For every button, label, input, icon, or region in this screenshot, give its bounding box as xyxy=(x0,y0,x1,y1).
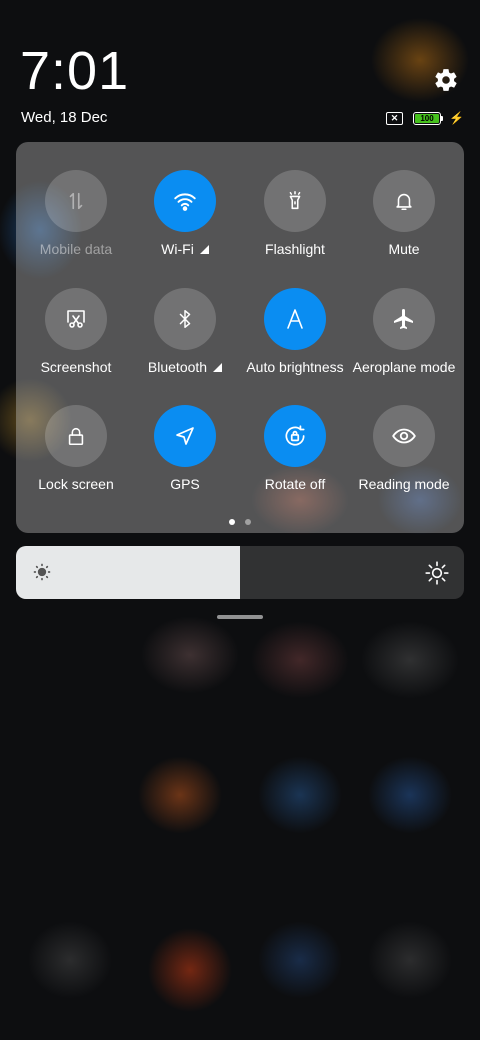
tile-reading-mode[interactable]: Reading mode xyxy=(349,405,459,492)
mobile-data-icon[interactable] xyxy=(45,170,107,232)
tile-gps[interactable]: GPS xyxy=(130,405,240,492)
brightness-slider[interactable] xyxy=(16,546,464,599)
page-dot-active[interactable] xyxy=(229,519,235,525)
page-dot[interactable] xyxy=(245,519,251,525)
bluetooth-icon[interactable] xyxy=(154,288,216,350)
no-sim-icon: ✕ xyxy=(386,111,404,125)
tile-wifi[interactable]: Wi-Fi xyxy=(130,170,240,257)
airplane-icon[interactable] xyxy=(373,288,435,350)
brightness-low-icon xyxy=(32,562,52,587)
wifi-icon[interactable] xyxy=(154,170,216,232)
tile-screenshot[interactable]: Screenshot xyxy=(21,288,131,375)
tile-label: Mobile data xyxy=(39,241,113,257)
tile-flashlight[interactable]: Flashlight xyxy=(240,170,350,257)
tile-label: Bluetooth xyxy=(147,359,208,375)
settings-gear-icon[interactable] xyxy=(432,66,460,94)
clock-time: 7:01 xyxy=(20,41,130,101)
tile-label: Wi-Fi xyxy=(161,241,194,257)
tile-label: Aeroplane mode xyxy=(352,359,456,375)
signal-icon xyxy=(213,362,223,372)
gps-icon[interactable] xyxy=(154,405,216,467)
charging-icon: ⚡ xyxy=(449,111,464,125)
brightness-high-icon xyxy=(424,560,450,591)
flashlight-icon[interactable] xyxy=(264,170,326,232)
clock-date: Wed, 18 Dec xyxy=(21,109,108,126)
quick-settings-panel: Mobile data Wi-Fi Flashlight Mute Screen… xyxy=(16,142,464,533)
battery-level: 100 xyxy=(415,113,440,123)
lock-icon[interactable] xyxy=(45,405,107,467)
tile-aeroplane[interactable]: Aeroplane mode xyxy=(349,288,459,375)
eye-icon[interactable] xyxy=(373,405,435,467)
battery-icon: 100 xyxy=(413,111,444,125)
signal-icon xyxy=(199,244,209,254)
page-indicator xyxy=(229,519,251,525)
tile-label: Screenshot xyxy=(40,359,112,375)
drag-handle[interactable] xyxy=(217,615,263,619)
status-icons: ✕ 100 ⚡ xyxy=(386,110,464,126)
tile-mute[interactable]: Mute xyxy=(349,170,459,257)
tile-label: Rotate off xyxy=(264,476,326,492)
tile-label: Auto brightness xyxy=(246,359,344,375)
tile-label: Lock screen xyxy=(38,476,114,492)
tile-mobile-data[interactable]: Mobile data xyxy=(21,170,131,257)
tile-label: Mute xyxy=(388,241,420,257)
tile-label: GPS xyxy=(170,476,200,492)
tile-bluetooth[interactable]: Bluetooth xyxy=(130,288,240,375)
tile-lock-screen[interactable]: Lock screen xyxy=(21,405,131,492)
screenshot-icon[interactable] xyxy=(45,288,107,350)
rotate-lock-icon[interactable] xyxy=(264,405,326,467)
auto-brightness-icon[interactable] xyxy=(264,288,326,350)
tile-label: Flashlight xyxy=(265,241,325,257)
tile-label: Reading mode xyxy=(358,476,450,492)
tile-rotate[interactable]: Rotate off xyxy=(240,405,350,492)
tile-auto-brightness[interactable]: Auto brightness xyxy=(240,288,350,375)
bell-icon[interactable] xyxy=(373,170,435,232)
